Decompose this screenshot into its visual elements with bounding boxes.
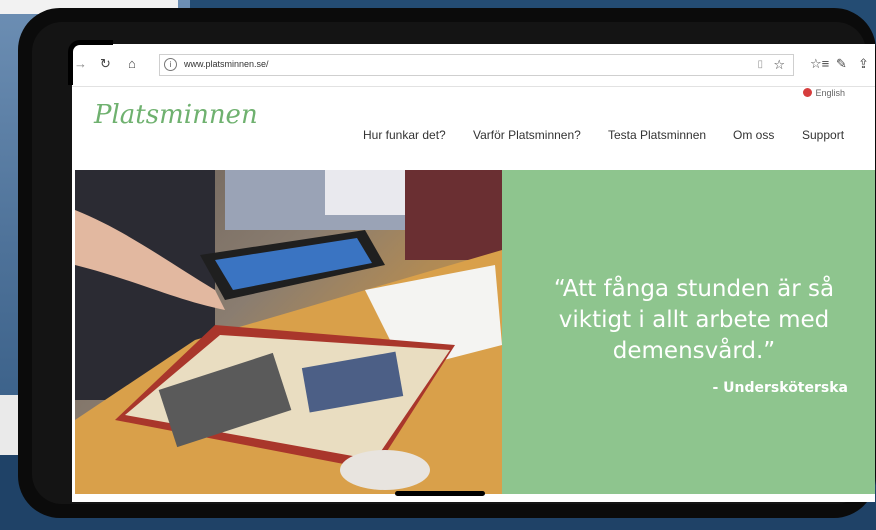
language-label: English [815,88,845,98]
quote-author: - Undersköterska [712,380,848,396]
home-icon[interactable]: ⌂ [128,56,136,72]
browser-screen: → ↻ ⌂ i www.platsminnen.se/ ▯ ☆ ☆≡ ✎ ⇪ E… [72,44,875,502]
screen-corner [68,40,113,85]
site-logo[interactable]: Platsminnen [94,100,258,130]
photo-sleeve [325,170,405,215]
language-switch[interactable]: English [803,88,845,98]
hero-photo [75,170,502,494]
browser-toolbar: → ↻ ⌂ i www.platsminnen.se/ ▯ ☆ ☆≡ ✎ ⇪ [72,44,875,87]
flag-icon [803,88,813,97]
url-text: www.platsminnen.se/ [184,59,269,69]
favorites-list-icon[interactable]: ☆≡ [810,56,829,72]
nav-om-oss[interactable]: Om oss [733,128,774,142]
tablet-device: → ↻ ⌂ i www.platsminnen.se/ ▯ ☆ ☆≡ ✎ ⇪ E… [18,8,876,518]
photo-sweater [405,170,502,260]
favorite-star-icon[interactable]: ☆ [773,57,785,73]
hero-quote: “Att fånga stunden är så viktigt i allt … [553,276,835,364]
reading-view-icon[interactable]: ▯ [757,59,763,70]
share-icon[interactable]: ⇪ [858,56,869,72]
logo-text: Platsminnen [94,100,258,130]
address-bar[interactable]: i www.platsminnen.se/ ▯ ☆ [159,54,794,76]
quote-panel: “Att fånga stunden är så viktigt i allt … [502,170,875,494]
hero-photo-illustration [75,170,502,494]
nav-testa[interactable]: Testa Platsminnen [608,128,706,142]
home-indicator [395,491,485,496]
pen-icon[interactable]: ✎ [836,56,847,72]
nav-varfor[interactable]: Varför Platsminnen? [473,128,581,142]
nav-hur-funkar[interactable]: Hur funkar det? [363,128,446,142]
hero-section: “Att fånga stunden är så viktigt i allt … [75,170,875,494]
site-info-icon[interactable]: i [164,58,177,71]
photo-bowl [340,450,430,490]
nav-support[interactable]: Support [802,128,844,142]
